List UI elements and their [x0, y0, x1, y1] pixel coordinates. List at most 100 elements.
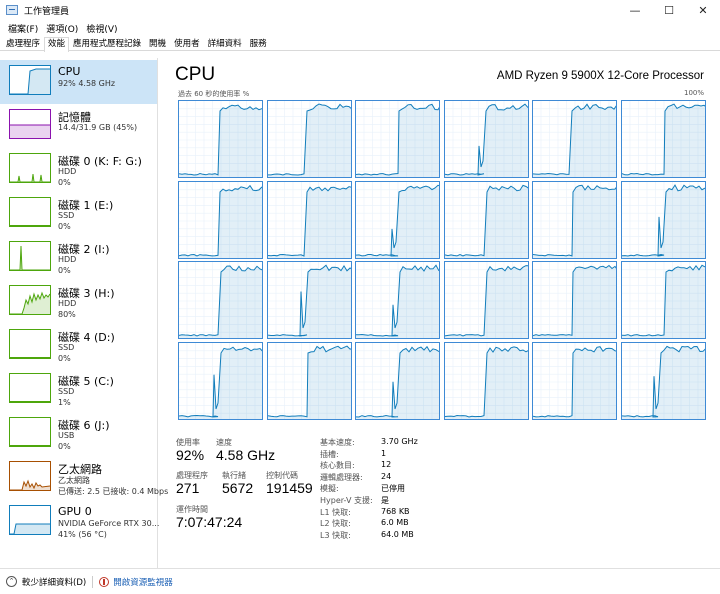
spec-label: Hyper-V 支援: — [320, 496, 373, 505]
logical-processor-graph — [355, 100, 440, 178]
spec-label: 基本速度: — [320, 438, 355, 447]
window-title: 工作管理員 — [24, 6, 70, 17]
tab-users[interactable]: 使用者 — [170, 37, 204, 51]
spec-value: 12 — [381, 460, 392, 470]
maximize-button[interactable]: ☐ — [652, 0, 686, 20]
menu-bar: 檔案(F) 選項(O) 檢視(V) — [0, 20, 122, 36]
tab-bar: 處理程序 效能 應用程式歷程記錄 開機 使用者 詳細資料 服務 — [0, 37, 720, 52]
sidebar-item-line2: 41% (56 °C) — [58, 530, 107, 539]
sidebar-item-line1: SSD — [58, 387, 75, 396]
spec-value: 3.70 GHz — [381, 437, 418, 446]
chevron-up-icon[interactable]: ⌃ — [6, 576, 17, 587]
uptime-value: 7:07:47:24 — [176, 514, 243, 530]
tab-performance[interactable]: 效能 — [44, 37, 70, 52]
graph-caption: 過去 60 秒的使用率 % — [178, 90, 250, 98]
spec-label: L1 快取: — [320, 507, 351, 517]
sidebar-item-8[interactable]: 磁碟 6 (J:) USB 0% — [0, 412, 157, 456]
spec-label: L2 快取: — [320, 519, 351, 529]
menu-options[interactable]: 選項(O) — [42, 22, 82, 35]
menu-view[interactable]: 檢視(V) — [82, 22, 121, 35]
sidebar-item-3[interactable]: 磁碟 1 (E:) SSD 0% — [0, 192, 157, 236]
sidebar-thumbnail-graph — [9, 373, 51, 403]
spec-label: L3 快取: — [320, 530, 351, 540]
sidebar-thumbnail-graph — [9, 505, 51, 535]
logical-processor-graph — [443, 180, 529, 259]
sidebar-item-0[interactable]: CPU 92% 4.58 GHz — [0, 60, 157, 104]
footer: ⌃ 較少詳細資料(D) 開啟資源監視器 — [0, 568, 720, 594]
sidebar-thumbnail-graph — [9, 197, 51, 227]
logical-processor-graph — [620, 341, 706, 420]
sidebar-item-line1: HDD — [58, 299, 77, 308]
logical-processor-graph — [178, 180, 263, 259]
spec-label: 插槽: — [320, 449, 339, 459]
sidebar-item-line1: SSD — [58, 211, 75, 220]
logical-processor-graph — [443, 100, 529, 178]
spec-value: 是 — [381, 496, 389, 505]
spec-value: 768 KB — [381, 506, 410, 516]
sidebar-item-line1: SSD — [58, 343, 75, 352]
sidebar-item-line1: USB — [58, 431, 75, 440]
logical-processor-graph — [532, 341, 617, 420]
sidebar-item-2[interactable]: 磁碟 0 (K: F: G:) HDD 0% — [0, 148, 157, 192]
logical-processor-graph — [178, 100, 263, 178]
logical-processor-graph — [532, 100, 617, 178]
minimize-button[interactable]: — — [618, 0, 652, 20]
menu-file[interactable]: 檔案(F) — [4, 22, 42, 35]
graph-max-label: 100% — [683, 89, 704, 97]
fewer-details-button[interactable]: 較少詳細資料(D) — [22, 576, 86, 588]
sidebar-item-line2: 80% — [58, 310, 76, 319]
sidebar-item-4[interactable]: 磁碟 2 (I:) HDD 0% — [0, 236, 157, 280]
spec-label: 模擬: — [320, 484, 339, 494]
sidebar-thumbnail-graph — [9, 65, 51, 95]
sidebar-item-5[interactable]: 磁碟 3 (H:) HDD 80% — [0, 280, 157, 324]
tab-details[interactable]: 詳細資料 — [204, 37, 246, 51]
logical-processor-graph — [532, 180, 617, 259]
spec-label: 核心數目: — [320, 461, 355, 471]
sidebar-item-line2: 0% — [58, 222, 71, 231]
spec-value: 64.0 MB — [381, 529, 414, 539]
sidebar-item-line1: NVIDIA GeForce RTX 30... — [58, 519, 160, 528]
sidebar-item-line2: 0% — [58, 178, 71, 187]
tab-startup[interactable]: 開機 — [145, 37, 170, 51]
sidebar-item-10[interactable]: GPU 0 NVIDIA GeForce RTX 30... 41% (56 °C) — [0, 500, 160, 544]
threads-value: 5672 — [222, 480, 254, 496]
sidebar-item-line2: 已傳送: 2.5 已接收: 0.4 Mbps — [58, 487, 169, 496]
sidebar-item-line1: HDD — [58, 167, 77, 176]
title-bar: 工作管理員 — ☐ ✕ — [0, 0, 720, 20]
logical-processor-graph — [355, 261, 440, 339]
logical-processor-graph — [443, 341, 529, 420]
window-controls: — ☐ ✕ — [618, 0, 720, 20]
logical-processor-graph — [355, 180, 440, 259]
logical-processor-graph — [620, 261, 706, 339]
processor-model: AMD Ryzen 9 5900X 12-Core Processor — [496, 70, 704, 82]
spec-value: 1 — [381, 448, 387, 458]
sidebar-item-6[interactable]: 磁碟 4 (D:) SSD 0% — [0, 324, 157, 368]
sidebar-thumbnail-graph — [9, 241, 51, 271]
sidebar-item-1[interactable]: 記憶體 14.4/31.9 GB (45%) — [0, 104, 157, 148]
close-button[interactable]: ✕ — [686, 0, 720, 20]
footer-divider — [92, 575, 94, 588]
tab-app-history[interactable]: 應用程式歷程記錄 — [69, 37, 145, 51]
cpu-panel: CPU AMD Ryzen 9 5900X 12-Core Processor … — [170, 58, 710, 568]
sidebar-item-line1: HDD — [58, 255, 77, 264]
sidebar-item-line1: 92% 4.58 GHz — [58, 79, 116, 88]
sidebar-item-7[interactable]: 磁碟 5 (C:) SSD 1% — [0, 368, 157, 412]
speed-value: 4.58 GHz — [216, 447, 276, 463]
logical-processor-graph — [355, 341, 440, 420]
sidebar-thumbnail-graph — [9, 285, 51, 315]
sidebar-item-title: CPU — [58, 65, 81, 78]
sidebar-item-9[interactable]: 乙太網路 乙太網路 已傳送: 2.5 已接收: 0.4 Mbps — [0, 456, 168, 500]
sidebar-item-line1: 乙太網路 — [58, 476, 90, 485]
logical-processor-graph — [532, 261, 617, 339]
sidebar-item-line2: 1% — [58, 398, 71, 407]
logical-processor-graphs[interactable] — [178, 100, 706, 420]
logical-processor-graph — [178, 261, 263, 339]
tab-services[interactable]: 服務 — [246, 37, 271, 51]
task-manager-icon — [6, 5, 18, 15]
logical-processor-graph — [266, 100, 352, 178]
resource-monitor-link[interactable]: 開啟資源監視器 — [113, 576, 173, 588]
resource-sidebar: CPU 92% 4.58 GHz 記憶體 14.4/31.9 GB (45%) 磁碟 0… — [0, 58, 168, 568]
tab-processes[interactable]: 處理程序 — [2, 37, 44, 51]
sidebar-item-line2: 0% — [58, 354, 71, 363]
resource-monitor-icon[interactable] — [99, 576, 110, 587]
